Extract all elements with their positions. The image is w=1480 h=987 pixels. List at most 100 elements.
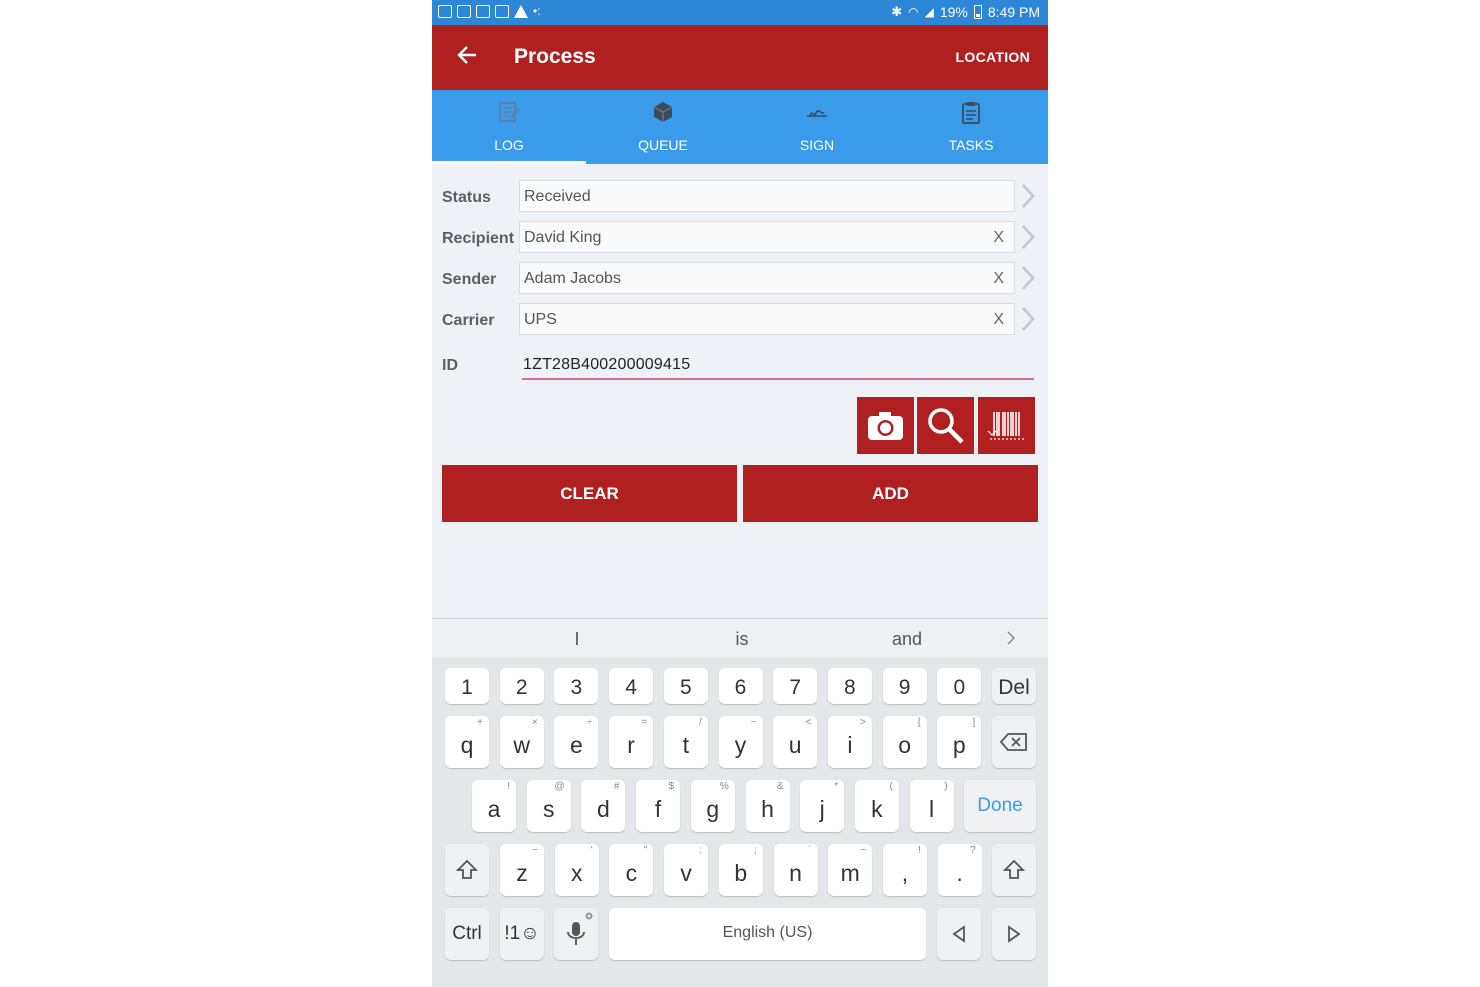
key-3[interactable]: 3	[554, 668, 599, 704]
key-6[interactable]: 6	[718, 668, 763, 704]
dots-icon: •:	[533, 4, 541, 18]
carrier-clear-button[interactable]: X	[993, 311, 1004, 329]
tab-log[interactable]: LOG	[432, 90, 586, 164]
status-field[interactable]: Received	[519, 180, 1015, 212]
suggestion-3[interactable]: and	[892, 629, 922, 650]
key-9[interactable]: 9	[882, 668, 927, 704]
delete-key[interactable]: Del	[992, 668, 1036, 704]
barcode-icon	[987, 412, 1024, 440]
tab-tasks[interactable]: TASKS	[894, 90, 1048, 164]
chevron-right-icon[interactable]	[1020, 224, 1036, 250]
key-g[interactable]: g%	[690, 780, 735, 832]
key-d-label: d	[596, 796, 610, 822]
shift-key-right[interactable]	[992, 844, 1036, 896]
chevron-right-icon[interactable]	[1020, 265, 1036, 291]
sender-field[interactable]: Adam Jacobs X	[519, 262, 1015, 294]
search-button[interactable]	[917, 397, 974, 454]
key-6-label: 6	[734, 676, 747, 699]
key-k-alt-label: (	[889, 781, 893, 792]
key-q[interactable]: q +	[445, 716, 489, 768]
key-1[interactable]: 1	[445, 668, 489, 704]
key-k[interactable]: k(	[854, 780, 899, 832]
key-h[interactable]: h &	[745, 780, 790, 832]
key-f-alt-label: $	[668, 781, 675, 792]
shift-key[interactable]	[445, 844, 489, 896]
lock-notification-icon	[495, 4, 509, 18]
key-y[interactable]: y −	[718, 716, 763, 768]
location-button[interactable]: LOCATION	[956, 49, 1030, 65]
key-q-alt-label: +	[477, 717, 483, 728]
done-key[interactable]: Done	[964, 780, 1036, 832]
key-i[interactable]: i >	[827, 716, 872, 768]
key-0[interactable]: 0	[937, 668, 982, 704]
key-r-label: r	[627, 732, 635, 758]
clear-button[interactable]: CLEAR	[442, 465, 737, 522]
recipient-clear-button[interactable]: X	[993, 229, 1004, 247]
key-s-alt-label: @	[554, 781, 565, 792]
ctrl-key[interactable]: Ctrl	[445, 908, 489, 960]
add-button[interactable]: ADD	[743, 465, 1038, 522]
key-r-alt-label: =	[641, 717, 648, 728]
key-comma[interactable]: ,!	[882, 844, 927, 896]
key-d[interactable]: d #	[581, 780, 626, 832]
tab-sign[interactable]: SIGN	[740, 90, 894, 164]
key-o-label: o	[898, 732, 911, 758]
symbols-key[interactable]: !1☺	[500, 908, 544, 960]
key-period-label: .	[956, 860, 963, 886]
key-period[interactable]: .?	[937, 844, 982, 896]
key-a[interactable]: a!	[472, 780, 516, 832]
suggestion-1[interactable]: I	[574, 629, 579, 650]
cursor-left-key[interactable]	[937, 908, 981, 960]
key-l[interactable]: l)	[909, 780, 954, 832]
sender-value: Adam Jacobs	[524, 270, 621, 287]
key-2[interactable]: 2	[499, 668, 544, 704]
camera-button[interactable]	[857, 397, 914, 454]
key-4[interactable]: 4	[609, 668, 654, 704]
key-period-alt-label: ?	[970, 845, 976, 856]
key-p[interactable]: p]	[937, 716, 982, 768]
key-m[interactable]: m ~	[828, 844, 873, 896]
tab-queue[interactable]: QUEUE	[586, 90, 740, 164]
key-j[interactable]: j *	[800, 780, 845, 832]
key-o[interactable]: o[	[882, 716, 927, 768]
chevron-right-icon[interactable]	[1020, 306, 1036, 332]
key-w[interactable]: w ×	[499, 716, 544, 768]
key-e[interactable]: e ÷	[554, 716, 599, 768]
key-t[interactable]: t /	[663, 716, 708, 768]
key-z[interactable]: z −	[500, 844, 544, 896]
chevron-right-icon[interactable]	[1020, 183, 1036, 209]
key-f[interactable]: f $	[636, 780, 681, 832]
status-label: Status	[442, 189, 491, 206]
carrier-value: UPS	[524, 311, 557, 328]
key-c[interactable]: c "	[609, 844, 654, 896]
suggestion-2[interactable]: is	[736, 629, 749, 650]
sender-clear-button[interactable]: X	[993, 270, 1004, 288]
key-r[interactable]: r =	[609, 716, 654, 768]
key-x[interactable]: x '	[554, 844, 599, 896]
back-arrow-icon[interactable]	[456, 43, 478, 71]
id-input[interactable]: 1ZT28B400200009415	[522, 350, 1034, 380]
carrier-field[interactable]: UPS X	[519, 303, 1015, 335]
cursor-right-key[interactable]	[992, 908, 1036, 960]
recipient-field[interactable]: David King X	[519, 221, 1015, 253]
backspace-icon	[999, 733, 1027, 751]
chevron-right-icon[interactable]	[1006, 630, 1016, 646]
camera-icon	[868, 412, 903, 440]
done-key-label: Done	[977, 795, 1023, 816]
key-0-label: 0	[953, 676, 966, 699]
key-b[interactable]: b;	[718, 844, 763, 896]
backspace-key[interactable]	[992, 716, 1036, 768]
key-5[interactable]: 5	[663, 668, 708, 704]
key-n[interactable]: n `	[773, 844, 818, 896]
key-u[interactable]: u <	[773, 716, 818, 768]
voice-input-key[interactable]	[554, 908, 598, 960]
barcode-scan-button[interactable]	[978, 397, 1035, 454]
key-7[interactable]: 7	[773, 668, 818, 704]
key-8[interactable]: 8	[827, 668, 872, 704]
key-c-label: c	[625, 860, 638, 886]
key-s[interactable]: s @	[526, 780, 571, 832]
signature-icon	[807, 110, 827, 117]
space-key[interactable]: English (US)	[609, 908, 926, 960]
key-v[interactable]: v:	[664, 844, 709, 896]
key-z-label: z	[516, 860, 528, 886]
